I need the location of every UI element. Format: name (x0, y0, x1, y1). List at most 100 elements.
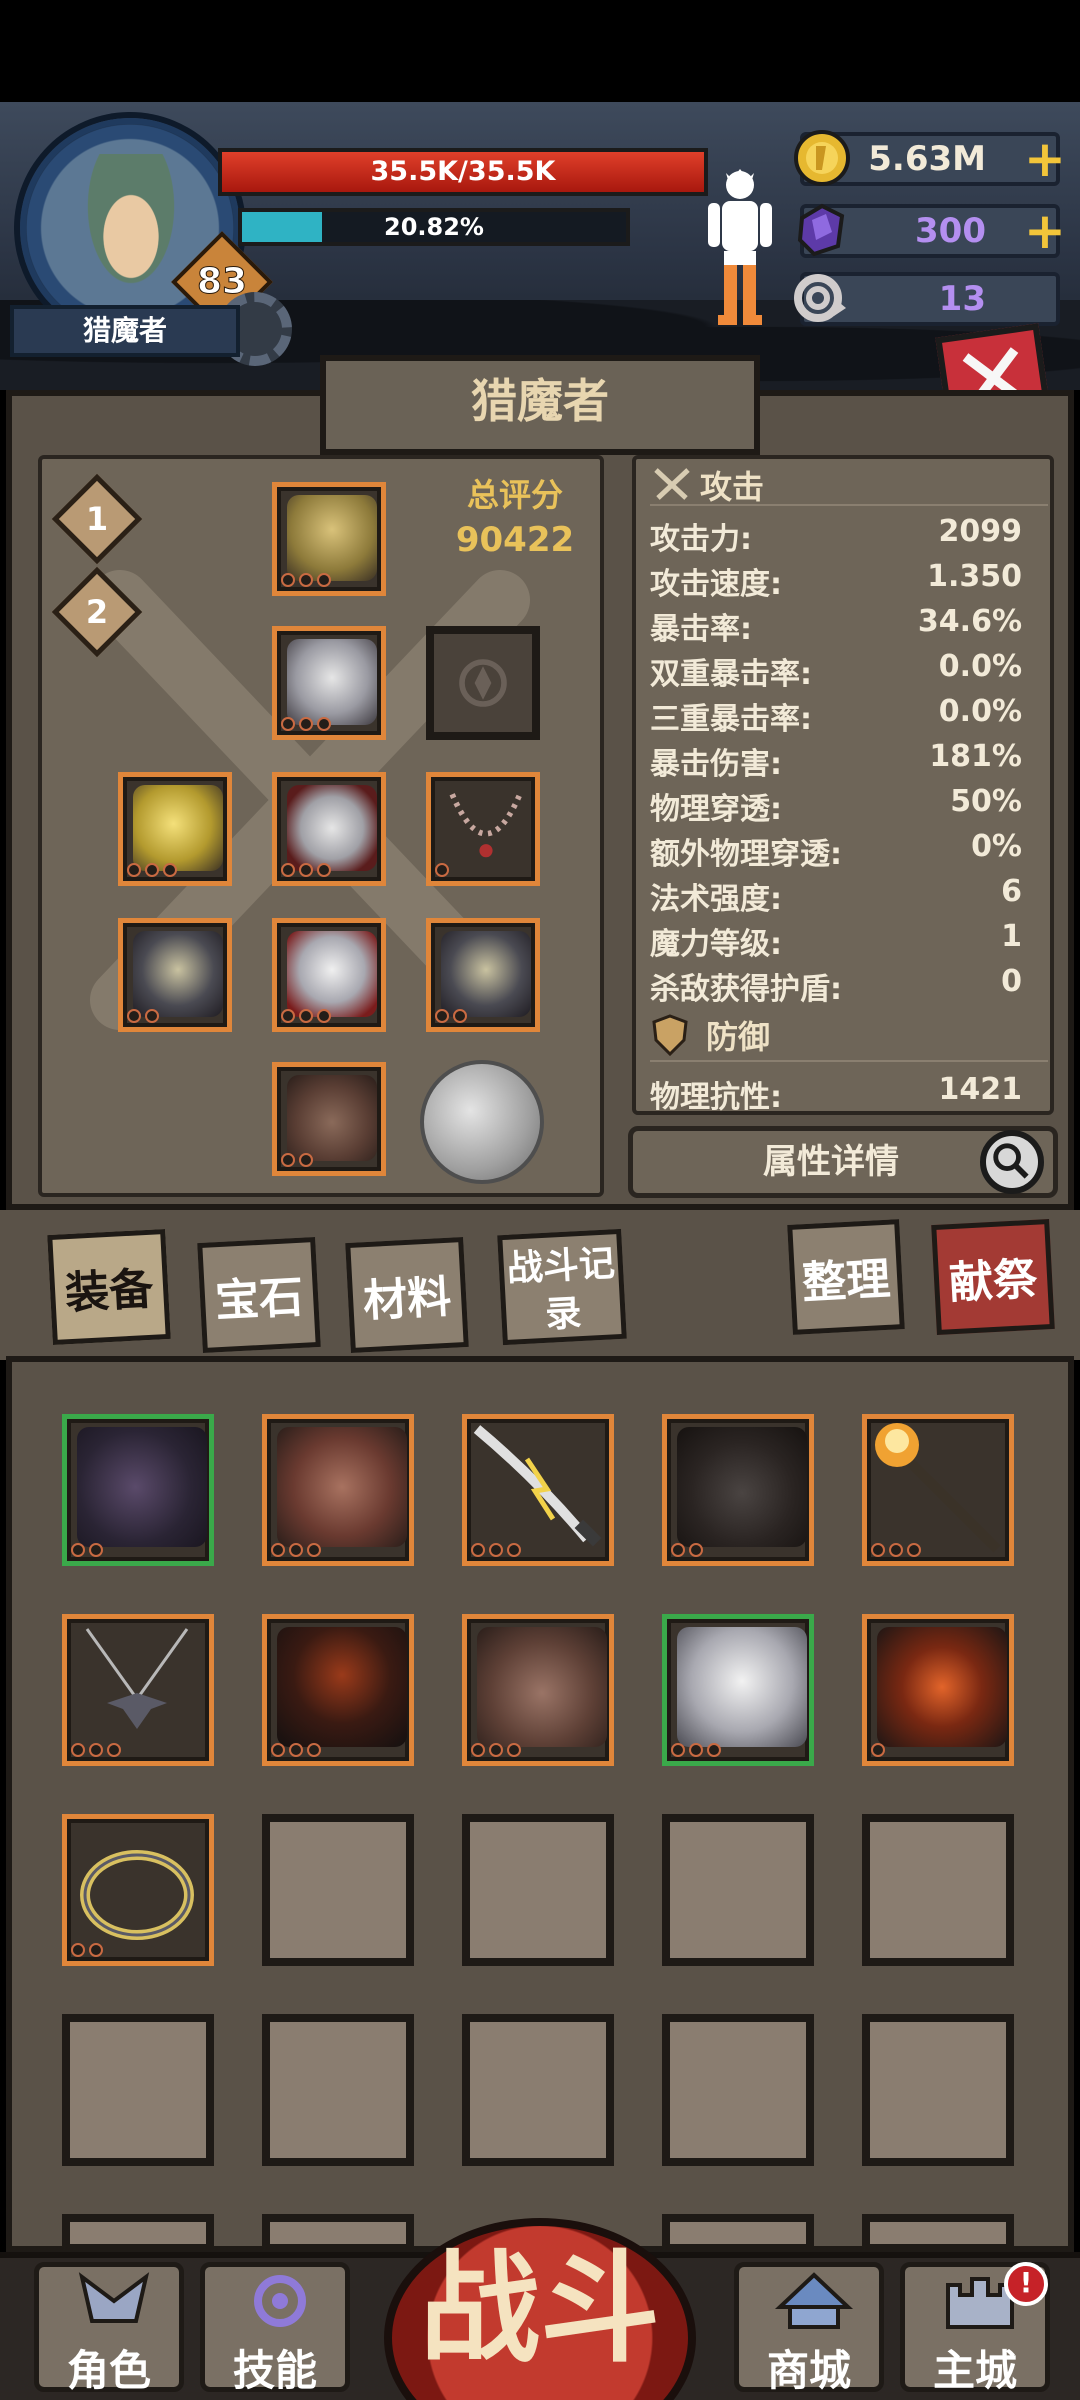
inventory-item[interactable] (862, 1414, 1014, 1566)
leather-boots-icon (477, 1627, 607, 1747)
gloves-slot[interactable] (272, 918, 386, 1032)
gem-sockets (435, 863, 449, 877)
wax-seal-icon[interactable] (420, 1060, 544, 1184)
gem-sockets (281, 573, 331, 587)
stat-row: 攻击力: 2099 (650, 514, 1022, 557)
add-crystal-button[interactable]: + (1020, 206, 1070, 256)
inventory-item[interactable] (462, 1414, 614, 1566)
magnifier-glyph (993, 1143, 1029, 1179)
nav-shop-label: 商城 (766, 2346, 851, 2395)
shop-tent-icon (774, 2272, 854, 2329)
inventory-empty-slot[interactable] (262, 2014, 414, 2166)
tab-gems[interactable]: 宝石 (197, 1236, 321, 1354)
bat-pendant-icon (85, 1628, 189, 1729)
gem-sockets (71, 1543, 103, 1557)
hp-text: 35.5K/35.5K (370, 156, 556, 187)
helmet-slot[interactable] (272, 482, 386, 596)
gem-sockets (281, 863, 331, 877)
nav-skills[interactable]: 技能 (200, 2262, 350, 2395)
stat-row: 双重暴击率: 0.0% (650, 649, 1022, 692)
inventory-item[interactable] (662, 1414, 814, 1566)
tab-materials[interactable]: 材料 (345, 1236, 469, 1354)
gem-sockets (281, 1153, 313, 1167)
battle-label: 战斗 (420, 2240, 660, 2379)
ring-slot[interactable] (118, 772, 232, 886)
gem-sockets (471, 1543, 521, 1557)
panel-title: 猎魔者 (471, 374, 609, 428)
silver-belt-icon (287, 785, 377, 871)
swirl-icon (254, 2275, 306, 2327)
left-weapon-slot[interactable] (118, 918, 232, 1032)
inventory-item[interactable] (662, 1614, 814, 1766)
right-weapon-slot[interactable] (426, 918, 540, 1032)
gem-sockets (271, 1543, 321, 1557)
gem-sockets (71, 1943, 103, 1957)
locked-emblem-icon (459, 659, 507, 707)
robe-icon (277, 1427, 407, 1547)
inventory-item[interactable] (262, 1414, 414, 1566)
boots-slot[interactable] (272, 1062, 386, 1176)
xp-text: 20.82% (384, 213, 484, 241)
gem-sockets (281, 1009, 331, 1023)
inventory-item[interactable] (62, 1414, 214, 1566)
divider (650, 1060, 1048, 1062)
inventory-item[interactable] (862, 1614, 1014, 1766)
inventory-item[interactable] (62, 1614, 214, 1766)
lava-armor-icon (277, 1627, 407, 1747)
stat-row: 物理抗性: 1421 (650, 1072, 1022, 1115)
gem-sockets (435, 1009, 467, 1023)
silver-chestplate-icon (287, 639, 377, 725)
add-gold-button[interactable]: + (1020, 134, 1070, 184)
chest-slot[interactable] (272, 626, 386, 740)
nav-shop[interactable]: 商城 (734, 2262, 884, 2395)
inventory-empty-slot[interactable] (62, 2214, 214, 2252)
inventory-item[interactable] (262, 1614, 414, 1766)
nav-character[interactable]: 角色 (34, 2262, 184, 2395)
sacrifice-button[interactable]: 献祭 (931, 1218, 1055, 1336)
gem-sockets (127, 863, 177, 877)
gem-sockets (471, 1743, 521, 1757)
crystal-icon (797, 203, 845, 257)
stat-row: 暴击率: 34.6% (650, 604, 1022, 647)
ram-horn-icon (794, 274, 846, 322)
xp-bar: 20.82% (238, 208, 630, 246)
loadout-2-label: 2 (85, 593, 109, 631)
nav-skills-label: 技能 (232, 2346, 317, 2395)
inventory-empty-slot[interactable] (862, 2014, 1014, 2166)
crossed-swords-icon (654, 468, 690, 500)
hp-bar: 35.5K/35.5K (218, 148, 708, 196)
gem-sockets (871, 1743, 885, 1757)
score-value: 90422 (455, 520, 575, 560)
gem-sockets (671, 1543, 703, 1557)
torch-staff-icon (875, 1423, 1001, 1553)
gold-ring-icon (133, 785, 223, 871)
inventory-empty-slot[interactable] (262, 1814, 414, 1966)
inventory-empty-slot[interactable] (662, 1814, 814, 1966)
gold-coin-icon (794, 130, 850, 186)
inventory-item[interactable] (62, 1814, 214, 1966)
belt-slot[interactable] (272, 772, 386, 886)
tab-battle-log[interactable]: 战斗记录 (497, 1228, 627, 1346)
tab-equipment[interactable]: 装备 (47, 1228, 171, 1346)
inventory-empty-slot[interactable] (462, 2014, 614, 2166)
inventory-empty-slot[interactable] (62, 2014, 214, 2166)
dark-boots-icon (677, 1427, 807, 1547)
gem-sockets (671, 1743, 721, 1757)
golden-helmet-icon (287, 495, 377, 581)
player-name: 猎魔者 (10, 305, 240, 357)
katana-icon (473, 1425, 602, 1547)
stat-row: 攻击速度: 1.350 (650, 559, 1022, 602)
locked-slot[interactable] (426, 626, 540, 740)
search-icon[interactable] (980, 1130, 1044, 1194)
inventory-empty-slot[interactable] (862, 2214, 1014, 2252)
body-figure-icon[interactable] (700, 165, 780, 330)
inventory-empty-slot[interactable] (462, 1814, 614, 1966)
stat-row: 法术强度: 6 (650, 874, 1022, 917)
sort-button[interactable]: 整理 (787, 1219, 905, 1335)
nav-character-label: 角色 (66, 2346, 151, 2395)
necklace-slot[interactable] (426, 772, 540, 886)
inventory-empty-slot[interactable] (862, 1814, 1014, 1966)
inventory-empty-slot[interactable] (662, 2014, 814, 2166)
stat-row: 物理穿透: 50% (650, 784, 1022, 827)
inventory-item[interactable] (462, 1614, 614, 1766)
